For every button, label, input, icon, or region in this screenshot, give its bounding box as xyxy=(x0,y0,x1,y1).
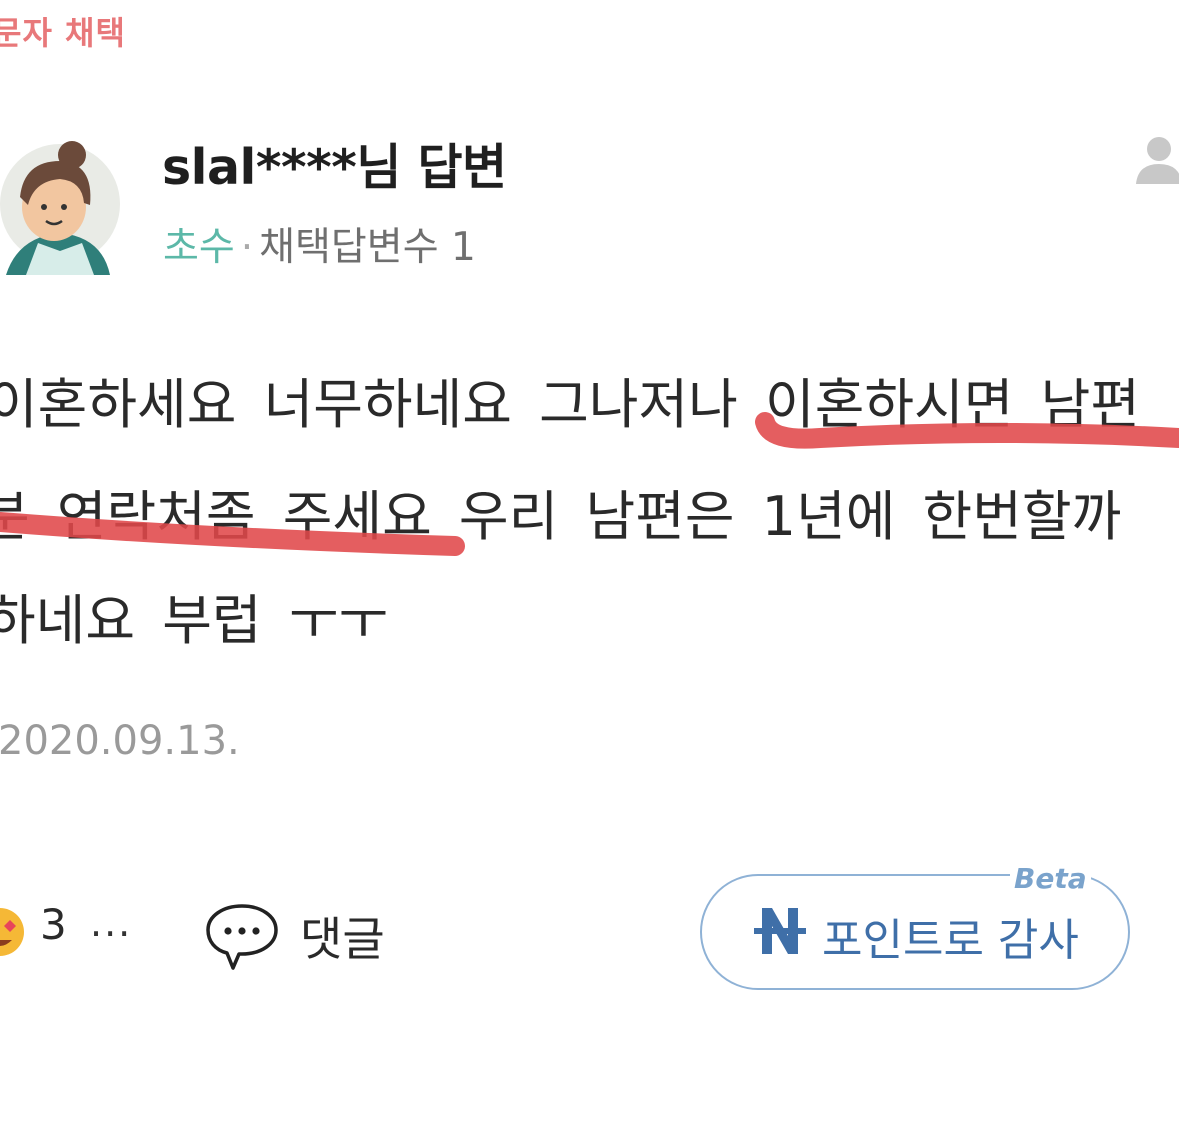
top-label: 문자 채택 xyxy=(0,14,126,52)
rank-label: 초수 xyxy=(163,225,235,270)
answer-line-2: 분 연락처좀 주세요 우리 남편은 1년에 한번할까 xyxy=(0,485,1122,548)
heart-eyes-emoji-icon[interactable] xyxy=(0,900,28,960)
answer-line-3: 하네요 부럽 ㅜㅜ xyxy=(0,589,389,652)
beta-badge: Beta xyxy=(1010,862,1091,895)
thank-with-points-label: 포인트로 감사 xyxy=(822,915,1079,966)
avatar[interactable] xyxy=(0,125,122,283)
naver-n-icon xyxy=(754,908,806,954)
answer-body: 이혼하세요 너무하네요 그나저나 이혼하시면 남편 분 연락처좀 주세요 우리 … xyxy=(0,360,1179,660)
speech-bubble-icon[interactable] xyxy=(205,902,279,972)
answer-username[interactable]: slal****님 답변 xyxy=(162,128,507,199)
reaction-count: 3 xyxy=(40,900,67,949)
answer-date: 2020.09.13. xyxy=(0,718,240,764)
comment-button[interactable]: 댓글 xyxy=(300,903,385,969)
accepted-count: 채택답변수 1 xyxy=(259,225,476,270)
person-icon[interactable] xyxy=(1134,134,1179,186)
meta-separator: · xyxy=(240,225,254,270)
answer-meta: 초수 · 채택답변수 1 xyxy=(163,216,476,272)
answer-line-1: 이혼하세요 너무하네요 그나저나 이혼하시면 남편 xyxy=(0,373,1140,436)
more-icon[interactable]: ··· xyxy=(90,912,132,956)
